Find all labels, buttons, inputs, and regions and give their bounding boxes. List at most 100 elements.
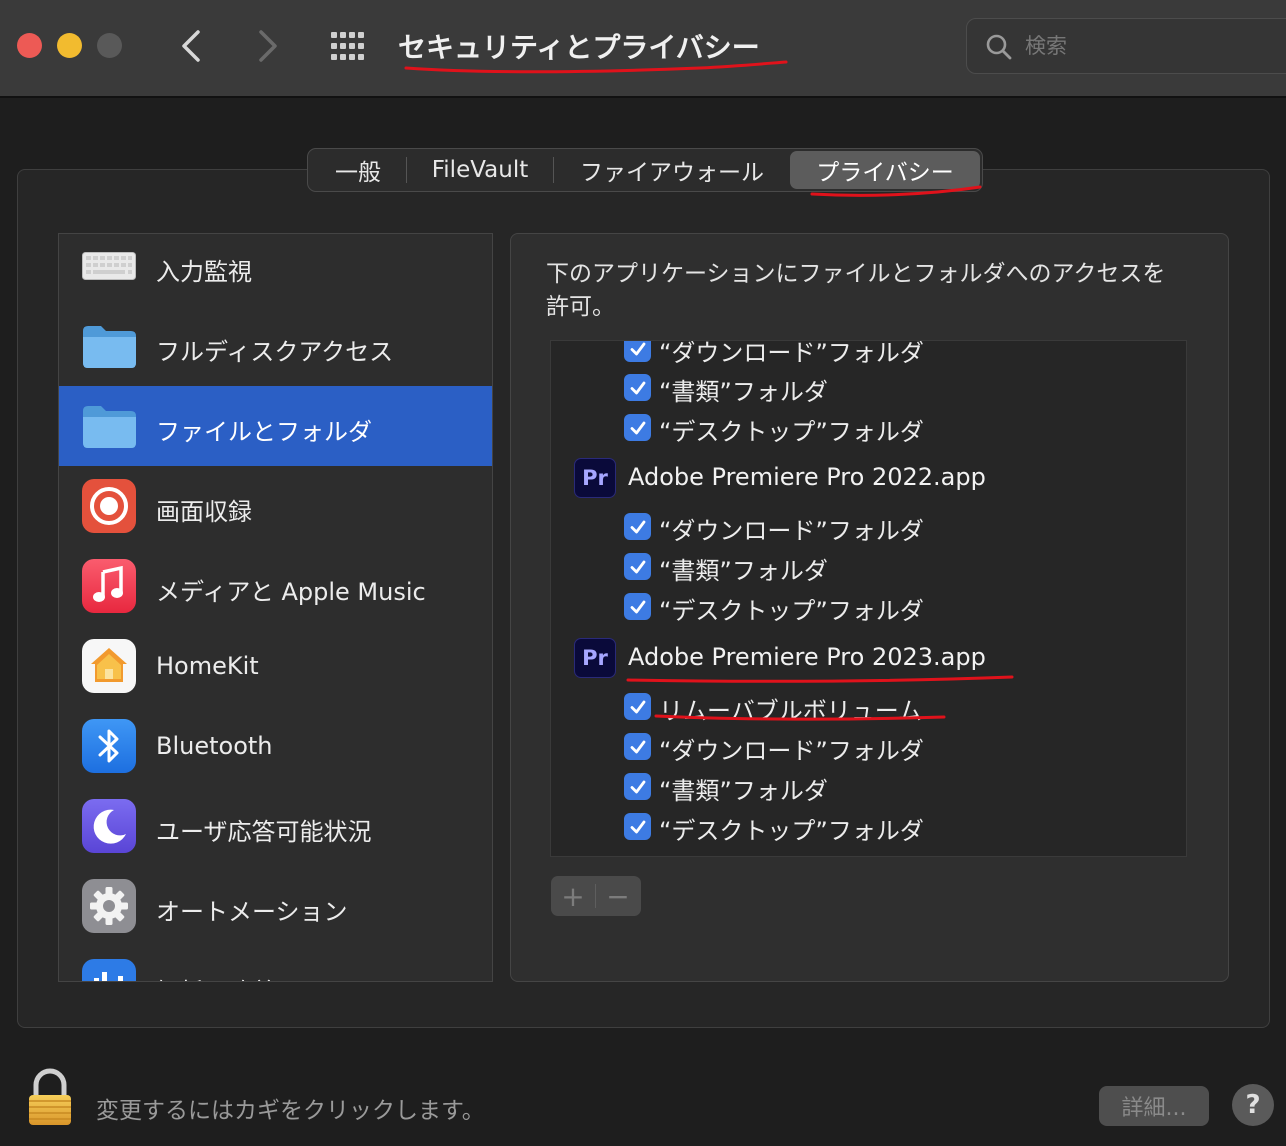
sidebar-item-label: 解析と改善	[156, 972, 276, 981]
checkmark-icon	[630, 342, 645, 355]
permission-row[interactable]: “デスクトップ”フォルダ	[551, 587, 1186, 627]
sidebar-item-label: 入力監視	[156, 258, 252, 286]
permission-label: “デスクトップ”フォルダ	[659, 597, 924, 625]
screen-record-icon	[81, 478, 137, 534]
checkbox-documents[interactable]	[624, 773, 651, 800]
lock-message: 変更するにはカギをクリックします。	[96, 1098, 485, 1124]
help-button[interactable]: ?	[1232, 1084, 1274, 1126]
search-input[interactable]	[1025, 29, 1255, 63]
tab-privacy[interactable]: プライバシー	[790, 151, 980, 189]
checkmark-icon	[630, 381, 645, 394]
folder-icon	[81, 318, 137, 374]
permission-label: “ダウンロード”フォルダ	[659, 517, 924, 545]
permission-label: “書類”フォルダ	[659, 557, 828, 585]
permission-row[interactable]: “書類”フォルダ	[551, 547, 1186, 587]
keyboard-icon	[81, 238, 137, 294]
chevron-right-icon	[259, 30, 277, 62]
checkbox-documents[interactable]	[624, 374, 651, 401]
lock-icon	[29, 1068, 71, 1125]
checkbox-documents[interactable]	[624, 553, 651, 580]
minimize-window-button[interactable]	[57, 33, 82, 58]
sidebar-item-label: ファイルとフォルダ	[156, 418, 372, 446]
zoom-window-button[interactable]	[97, 33, 122, 58]
sidebar-item-focus-status[interactable]: ユーザ応答可能状況	[59, 786, 492, 866]
premiere-pro-icon: Pr	[574, 638, 616, 678]
title-bar: セキュリティとプライバシー	[0, 0, 1286, 98]
sidebar-item-files-and-folders[interactable]: ファイルとフォルダ	[59, 386, 492, 466]
sidebar-item-label: 画面収録	[156, 498, 252, 526]
pane-description: 下のアプリケーションにファイルとフォルダへのアクセスを許可。	[546, 261, 1166, 320]
permission-row[interactable]: “デスクトップ”フォルダ	[551, 408, 1186, 448]
permission-label: “書類”フォルダ	[659, 378, 828, 406]
checkmark-icon	[630, 600, 645, 613]
sidebar-item-label: メディアと Apple Music	[156, 578, 426, 606]
checkmark-icon	[630, 820, 645, 833]
tab-filevault[interactable]: FileVault	[407, 151, 553, 189]
sidebar-item-label: オートメーション	[156, 898, 348, 926]
permission-row[interactable]: “ダウンロード”フォルダ	[551, 340, 1186, 369]
checkmark-icon	[630, 700, 645, 713]
gear-icon	[81, 878, 137, 934]
add-button[interactable]: +	[551, 876, 595, 916]
folder-icon	[81, 398, 137, 454]
checkbox-downloads[interactable]	[624, 733, 651, 760]
sidebar-item-label: フルディスクアクセス	[156, 338, 394, 366]
permission-row[interactable]: “ダウンロード”フォルダ	[551, 727, 1186, 767]
moon-icon	[81, 798, 137, 854]
checkbox-desktop[interactable]	[624, 593, 651, 620]
checkbox-desktop[interactable]	[624, 414, 651, 441]
show-all-button[interactable]	[330, 31, 366, 61]
analytics-icon	[81, 958, 137, 981]
checkbox-removable-volumes[interactable]	[624, 693, 651, 720]
chevron-left-icon	[182, 30, 200, 62]
details-button[interactable]: 詳細...	[1099, 1086, 1209, 1126]
permission-label: “ダウンロード”フォルダ	[659, 737, 924, 765]
permission-row[interactable]: “デスクトップ”フォルダ	[551, 807, 1186, 847]
checkbox-desktop[interactable]	[624, 813, 651, 840]
checkmark-icon	[630, 520, 645, 533]
sidebar-item-label: ユーザ応答可能状況	[156, 818, 372, 846]
sidebar-item-screen-recording[interactable]: 画面収録	[59, 466, 492, 546]
checkbox-downloads[interactable]	[624, 341, 651, 362]
permission-row[interactable]: リムーバブルボリューム	[551, 687, 1186, 727]
home-icon	[81, 638, 137, 694]
lock-button[interactable]	[26, 1068, 74, 1128]
grid-icon	[331, 32, 364, 60]
permission-row[interactable]: “書類”フォルダ	[551, 767, 1186, 807]
forward-button[interactable]	[247, 24, 287, 68]
music-icon	[81, 558, 137, 614]
permission-label: “デスクトップ”フォルダ	[659, 817, 924, 845]
sidebar-item-analytics[interactable]: 解析と改善	[59, 946, 492, 981]
search-field[interactable]	[966, 18, 1286, 74]
sidebar-item-full-disk-access[interactable]: フルディスクアクセス	[59, 306, 492, 386]
permission-label: “書類”フォルダ	[659, 777, 828, 805]
sidebar-item-label: Bluetooth	[156, 732, 273, 760]
app-row-premiere-2022[interactable]: Pr Adobe Premiere Pro 2022.app	[551, 453, 1186, 503]
remove-button[interactable]: −	[596, 876, 640, 916]
sidebar-item-automation[interactable]: オートメーション	[59, 866, 492, 946]
permission-row[interactable]: “ダウンロード”フォルダ	[551, 507, 1186, 547]
premiere-pro-icon: Pr	[574, 458, 616, 498]
permission-row[interactable]: “書類”フォルダ	[551, 368, 1186, 408]
sidebar-item-homekit[interactable]: HomeKit	[59, 626, 492, 706]
sidebar-item-label: HomeKit	[156, 652, 259, 680]
tab-general[interactable]: 一般	[310, 151, 406, 189]
back-button[interactable]	[172, 24, 212, 68]
app-name: Adobe Premiere Pro 2023.app	[628, 643, 986, 671]
checkbox-downloads[interactable]	[624, 513, 651, 540]
sidebar-item-media-apple-music[interactable]: メディアと Apple Music	[59, 546, 492, 626]
close-window-button[interactable]	[17, 33, 42, 58]
sidebar-item-input-monitoring[interactable]: 入力監視	[59, 234, 492, 306]
add-remove-control: + −	[551, 876, 641, 916]
permission-label: “デスクトップ”フォルダ	[659, 418, 924, 446]
bluetooth-icon	[81, 718, 137, 774]
checkmark-icon	[630, 740, 645, 753]
app-permission-list[interactable]: “ダウンロード”フォルダ “書類”フォルダ “デスクトップ”フォルダ Pr Ad…	[550, 340, 1187, 857]
sidebar-item-bluetooth[interactable]: Bluetooth	[59, 706, 492, 786]
privacy-category-list[interactable]: 入力監視 フルディスクアクセス ファイルとフォルダ 画面収録 メディアと App…	[58, 233, 493, 982]
app-row-premiere-2023[interactable]: Pr Adobe Premiere Pro 2023.app	[551, 633, 1186, 683]
permission-label: “ダウンロード”フォルダ	[659, 340, 924, 367]
tab-firewall[interactable]: ファイアウォール	[554, 151, 790, 189]
tab-bar: 一般 FileVault ファイアウォール プライバシー	[307, 148, 983, 192]
app-name: Adobe Premiere Pro 2022.app	[628, 463, 986, 491]
